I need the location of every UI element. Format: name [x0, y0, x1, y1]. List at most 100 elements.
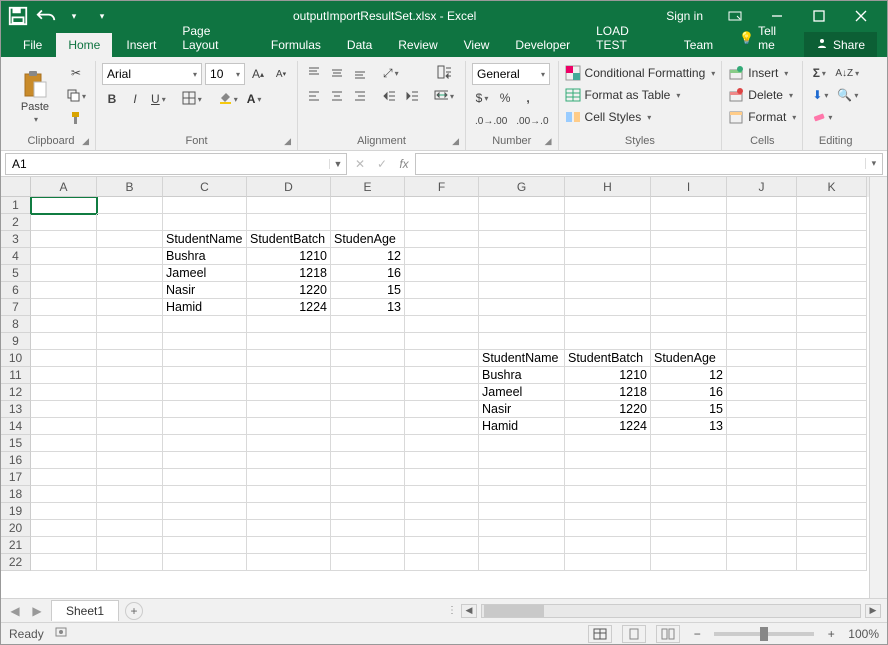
cell[interactable]: Nasir — [163, 282, 247, 299]
vertical-scrollbar[interactable] — [869, 177, 887, 598]
cell[interactable] — [163, 503, 247, 520]
cell[interactable] — [97, 435, 163, 452]
autosum-button[interactable]: Σ▾ — [809, 63, 829, 83]
cell[interactable] — [479, 452, 565, 469]
insert-cells-button[interactable]: Insert▾ — [728, 63, 796, 83]
cell[interactable] — [727, 435, 797, 452]
row-header[interactable]: 9 — [1, 333, 31, 350]
cell[interactable] — [97, 401, 163, 418]
tab-page-layout[interactable]: Page Layout — [170, 19, 257, 57]
cell[interactable] — [331, 316, 405, 333]
dialog-launcher-icon[interactable]: ◢ — [452, 136, 459, 147]
cell[interactable] — [479, 299, 565, 316]
tab-home[interactable]: Home — [56, 33, 112, 57]
name-box-input[interactable] — [6, 157, 329, 171]
cell[interactable]: 1224 — [247, 299, 331, 316]
cell[interactable] — [565, 435, 651, 452]
cell[interactable] — [727, 401, 797, 418]
zoom-out-button[interactable]: − — [690, 627, 704, 641]
align-bottom-button[interactable] — [350, 63, 370, 83]
cell[interactable]: Hamid — [163, 299, 247, 316]
name-box[interactable]: ▼ — [5, 153, 347, 175]
cell[interactable] — [247, 316, 331, 333]
cell[interactable] — [31, 452, 97, 469]
row-header[interactable]: 14 — [1, 418, 31, 435]
cell[interactable]: 12 — [331, 248, 405, 265]
cell[interactable] — [331, 537, 405, 554]
cell[interactable] — [797, 469, 867, 486]
cell[interactable] — [797, 299, 867, 316]
cell[interactable] — [565, 452, 651, 469]
row-header[interactable]: 6 — [1, 282, 31, 299]
cell[interactable]: 15 — [651, 401, 727, 418]
row-header[interactable]: 1 — [1, 197, 31, 214]
cell[interactable] — [97, 197, 163, 214]
cell[interactable] — [163, 401, 247, 418]
insert-function-button[interactable]: fx — [393, 157, 415, 171]
cell[interactable] — [405, 435, 479, 452]
number-format-combo[interactable]: General▾ — [472, 63, 550, 85]
cell[interactable] — [31, 401, 97, 418]
cell[interactable] — [97, 231, 163, 248]
tab-insert[interactable]: Insert — [114, 33, 168, 57]
cell[interactable] — [405, 469, 479, 486]
cell[interactable] — [97, 486, 163, 503]
row-header[interactable]: 22 — [1, 554, 31, 571]
cell[interactable] — [247, 503, 331, 520]
cell[interactable] — [331, 435, 405, 452]
cell[interactable] — [651, 537, 727, 554]
cell[interactable] — [247, 469, 331, 486]
cell[interactable] — [331, 350, 405, 367]
cell[interactable] — [651, 486, 727, 503]
column-header[interactable]: B — [97, 177, 163, 197]
row-header[interactable]: 5 — [1, 265, 31, 282]
cell[interactable] — [97, 265, 163, 282]
cell[interactable] — [479, 214, 565, 231]
cell[interactable]: Nasir — [479, 401, 565, 418]
cell[interactable] — [97, 350, 163, 367]
cell[interactable] — [405, 554, 479, 571]
column-header[interactable]: A — [31, 177, 97, 197]
cell[interactable] — [797, 333, 867, 350]
cell[interactable]: 1210 — [247, 248, 331, 265]
cell[interactable] — [727, 384, 797, 401]
cell[interactable] — [727, 214, 797, 231]
cell[interactable] — [727, 469, 797, 486]
cell[interactable] — [405, 401, 479, 418]
cell[interactable] — [565, 248, 651, 265]
row-header[interactable]: 20 — [1, 520, 31, 537]
cell[interactable] — [727, 265, 797, 282]
cell[interactable] — [727, 537, 797, 554]
clear-button[interactable]: ▾ — [809, 107, 835, 127]
cell[interactable] — [479, 248, 565, 265]
cell[interactable] — [479, 486, 565, 503]
format-painter-button[interactable] — [63, 109, 89, 129]
cell[interactable] — [651, 282, 727, 299]
cell[interactable] — [163, 214, 247, 231]
italic-button[interactable]: I — [125, 89, 145, 109]
view-normal-button[interactable] — [588, 625, 612, 643]
cell[interactable] — [565, 214, 651, 231]
cell[interactable] — [797, 554, 867, 571]
cell[interactable] — [97, 384, 163, 401]
row-header[interactable]: 19 — [1, 503, 31, 520]
row-header[interactable]: 21 — [1, 537, 31, 554]
cell[interactable] — [247, 520, 331, 537]
font-size-combo[interactable]: 10▾ — [205, 63, 245, 85]
tab-developer[interactable]: Developer — [503, 33, 582, 57]
column-header[interactable]: D — [247, 177, 331, 197]
cell[interactable] — [163, 333, 247, 350]
cell[interactable] — [797, 486, 867, 503]
cell[interactable] — [331, 333, 405, 350]
cell[interactable] — [797, 248, 867, 265]
tab-view[interactable]: View — [452, 33, 502, 57]
cell[interactable] — [31, 537, 97, 554]
cell[interactable] — [405, 333, 479, 350]
cell[interactable] — [405, 299, 479, 316]
cell[interactable] — [651, 452, 727, 469]
align-center-button[interactable] — [327, 86, 347, 106]
cell[interactable] — [727, 282, 797, 299]
cell[interactable] — [247, 537, 331, 554]
select-all-corner[interactable] — [1, 177, 31, 197]
cell[interactable] — [565, 537, 651, 554]
